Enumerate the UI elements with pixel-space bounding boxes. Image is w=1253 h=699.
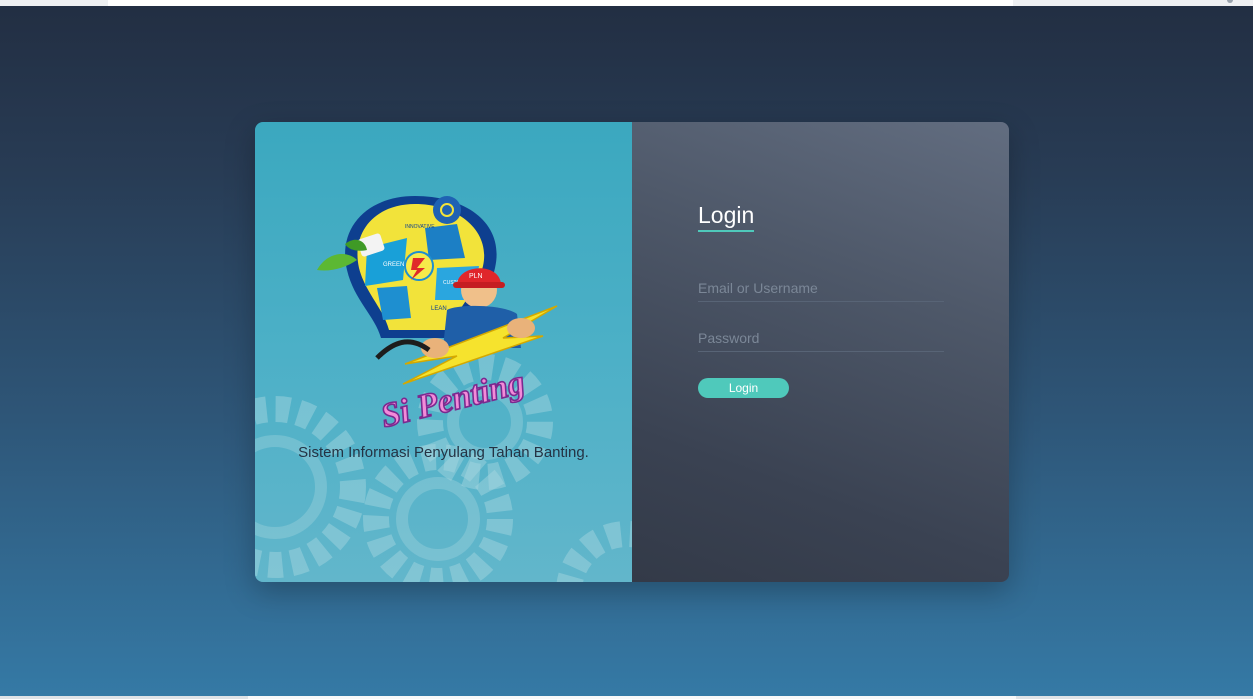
login-panel: Login Login: [632, 122, 1009, 582]
helmet-text: PLN: [469, 273, 483, 280]
browser-corner-handle: [1227, 0, 1233, 3]
puzzle-label-innovative: INNOVATIVE: [405, 224, 435, 230]
logo-text: Si Penting: [377, 364, 528, 428]
puzzle-label-green: GREEN: [383, 262, 404, 268]
password-input[interactable]: [698, 325, 944, 352]
browser-top-bar-segment: [108, 0, 1013, 6]
login-card: GREEN INNOVATIVE CUSTOMER FOCUSED LEAN P…: [255, 122, 1009, 582]
title-underline: [698, 230, 754, 232]
brand-panel: GREEN INNOVATIVE CUSTOMER FOCUSED LEAN P…: [255, 122, 632, 582]
puzzle-label-lean: LEAN: [431, 306, 447, 312]
si-penting-logo: GREEN INNOVATIVE CUSTOMER FOCUSED LEAN P…: [317, 196, 558, 428]
tagline: Sistem Informasi Penyulang Tahan Banting…: [298, 444, 589, 461]
browser-top-bar: [0, 0, 1253, 6]
username-input[interactable]: [698, 275, 944, 302]
login-title: Login: [698, 202, 755, 228]
login-button[interactable]: Login: [698, 378, 789, 398]
